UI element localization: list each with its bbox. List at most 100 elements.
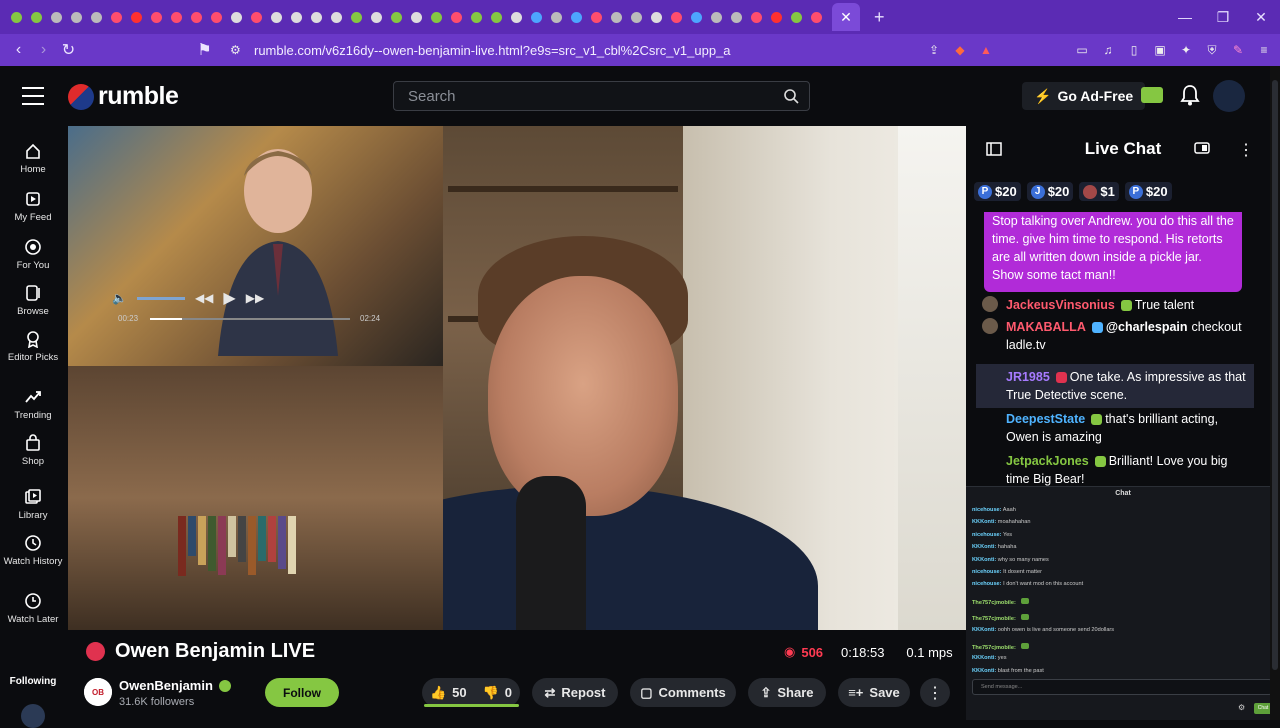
rumble-logo[interactable]: rumble xyxy=(68,82,178,111)
forward-icon[interactable]: › xyxy=(31,41,56,59)
chat-message[interactable]: DeepestState that's brilliant acting, Owe… xyxy=(976,410,1254,446)
follow-button[interactable]: Follow xyxy=(265,678,339,707)
tab-favicon[interactable] xyxy=(306,0,326,34)
tab-favicon[interactable] xyxy=(286,0,306,34)
sidebar-item[interactable]: Shop xyxy=(0,434,66,467)
tab-favicon[interactable] xyxy=(786,0,806,34)
chat-message[interactable]: JetpackJones Brilliant! Love you big time… xyxy=(976,452,1254,486)
popout-chat-icon[interactable] xyxy=(1194,142,1210,154)
tab-favicon[interactable] xyxy=(106,0,126,34)
tab-favicon[interactable] xyxy=(706,0,726,34)
chat-username[interactable]: JackeusVinsonius xyxy=(1006,298,1115,312)
tab-favicon[interactable] xyxy=(626,0,646,34)
close-window-icon[interactable]: ✕ xyxy=(1242,0,1280,34)
tab-favicon[interactable] xyxy=(166,0,186,34)
sidebar-item[interactable]: Watch Later xyxy=(0,592,66,625)
channel-name[interactable]: OwenBenjamin xyxy=(119,678,213,693)
sidebar-item[interactable]: Home xyxy=(0,142,66,175)
chat-settings-icon[interactable]: ⚙ xyxy=(1238,703,1245,712)
repost-button[interactable]: ⇄ Repost xyxy=(532,678,618,707)
channel-avatar[interactable]: OB xyxy=(84,678,112,706)
save-button[interactable]: ≡+ Save xyxy=(838,678,910,707)
chat-username[interactable]: MAKABALLA xyxy=(1006,320,1086,334)
tab-favicon[interactable] xyxy=(506,0,526,34)
url-field[interactable]: ⚙ rumble.com/v6z16dy--owen-benjamin-live… xyxy=(222,39,922,61)
tab-favicon[interactable] xyxy=(146,0,166,34)
tab-favicon[interactable] xyxy=(546,0,566,34)
video-player[interactable]: 🔈 ◀◀ ▶ ▶▶ 00:23 02:24 xyxy=(68,126,966,630)
tab-favicon[interactable] xyxy=(726,0,746,34)
share-button[interactable]: ⇪ Share xyxy=(748,678,826,707)
url-text[interactable]: rumble.com/v6z16dy--owen-benjamin-live.h… xyxy=(254,43,731,58)
user-avatar[interactable] xyxy=(1213,80,1245,112)
menu-hamburger-icon[interactable] xyxy=(22,87,44,105)
send-message-input[interactable]: Send message... xyxy=(972,679,1272,695)
cast-icon[interactable]: ▭ xyxy=(1074,42,1090,58)
restore-icon[interactable]: ❐ xyxy=(1204,0,1242,34)
tip-badge[interactable]: $1 xyxy=(1079,182,1118,201)
chat-username[interactable]: JR1985 xyxy=(1006,370,1050,384)
tab-favicon[interactable] xyxy=(126,0,146,34)
leo-icon[interactable]: ✦ xyxy=(1178,42,1194,58)
thumbs-down-icon[interactable]: 👎 xyxy=(483,685,499,701)
tab-favicon[interactable] xyxy=(566,0,586,34)
tab-favicon[interactable] xyxy=(746,0,766,34)
share-page-icon[interactable]: ⇪ xyxy=(926,42,942,58)
chat-username[interactable]: JetpackJones xyxy=(1006,454,1089,468)
chat-message[interactable]: JackeusVinsonius True talent xyxy=(976,296,1254,314)
upload-camera-icon[interactable] xyxy=(1141,87,1163,103)
thumbs-up-icon[interactable]: 👍 xyxy=(430,685,446,701)
dislike-count[interactable]: 0 xyxy=(505,685,512,700)
new-tab-button[interactable]: + xyxy=(874,7,885,28)
tab-favicon[interactable] xyxy=(226,0,246,34)
sidebar-item[interactable]: Watch History xyxy=(0,534,66,567)
more-options-icon[interactable]: ⋮ xyxy=(920,678,950,707)
tab-favicon[interactable] xyxy=(326,0,346,34)
followed-channel-avatar[interactable] xyxy=(21,704,45,728)
chat-more-icon[interactable]: ⋮ xyxy=(1238,140,1254,160)
back-icon[interactable]: ‹ xyxy=(6,41,31,59)
search-icon[interactable] xyxy=(783,88,799,104)
collapse-chat-icon[interactable] xyxy=(986,141,1002,157)
page-scrollbar[interactable] xyxy=(1270,66,1280,720)
chat-username[interactable]: DeepestState xyxy=(1006,412,1085,426)
tab-favicon[interactable] xyxy=(86,0,106,34)
tab-favicon[interactable] xyxy=(686,0,706,34)
tab-favicon[interactable] xyxy=(586,0,606,34)
tab-favicon[interactable] xyxy=(646,0,666,34)
tab-favicon[interactable] xyxy=(766,0,786,34)
tab-favicon[interactable] xyxy=(606,0,626,34)
active-tab[interactable]: ✕ xyxy=(832,3,860,31)
tab-favicon[interactable] xyxy=(466,0,486,34)
wallet-icon[interactable]: ▣ xyxy=(1152,42,1168,58)
tab-favicon[interactable] xyxy=(46,0,66,34)
reload-icon[interactable]: ↻ xyxy=(56,40,81,60)
music-icon[interactable]: ♫ xyxy=(1100,42,1116,58)
minimize-icon[interactable]: — xyxy=(1166,0,1204,34)
tab-favicon[interactable] xyxy=(386,0,406,34)
sidebar-item[interactable]: My Feed xyxy=(0,190,66,223)
channel-name-row[interactable]: OwenBenjamin xyxy=(119,678,231,693)
search-input[interactable] xyxy=(408,88,768,105)
tab-favicon[interactable] xyxy=(266,0,286,34)
sidebar-toggle-icon[interactable]: ▯ xyxy=(1126,42,1142,58)
sidebar-item[interactable]: For You xyxy=(0,238,66,271)
tab-favicon[interactable] xyxy=(426,0,446,34)
go-adfree-button[interactable]: ⚡ Go Ad-Free xyxy=(1022,82,1145,110)
tab-favicon[interactable] xyxy=(186,0,206,34)
like-count[interactable]: 50 xyxy=(452,685,466,700)
tip-badge[interactable]: J $20 xyxy=(1027,182,1074,201)
tab-favicon[interactable] xyxy=(406,0,426,34)
tip-badge[interactable]: P $20 xyxy=(974,182,1021,201)
tab-close-icon[interactable]: ✕ xyxy=(840,9,852,26)
tab-favicon[interactable] xyxy=(66,0,86,34)
scrollbar-thumb[interactable] xyxy=(1272,80,1278,670)
tab-favicon[interactable] xyxy=(806,0,826,34)
sidebar-item[interactable]: Editor Picks xyxy=(0,330,66,363)
tab-favicon[interactable] xyxy=(666,0,686,34)
chat-message[interactable]: MAKABALLA @charlespain checkout ladle.tv xyxy=(976,318,1254,354)
tab-favicon[interactable] xyxy=(446,0,466,34)
notification-bell-icon[interactable] xyxy=(1180,84,1200,106)
sidebar-item[interactable]: Library xyxy=(0,488,66,521)
chat-mention[interactable]: @charlespain xyxy=(1106,320,1188,334)
